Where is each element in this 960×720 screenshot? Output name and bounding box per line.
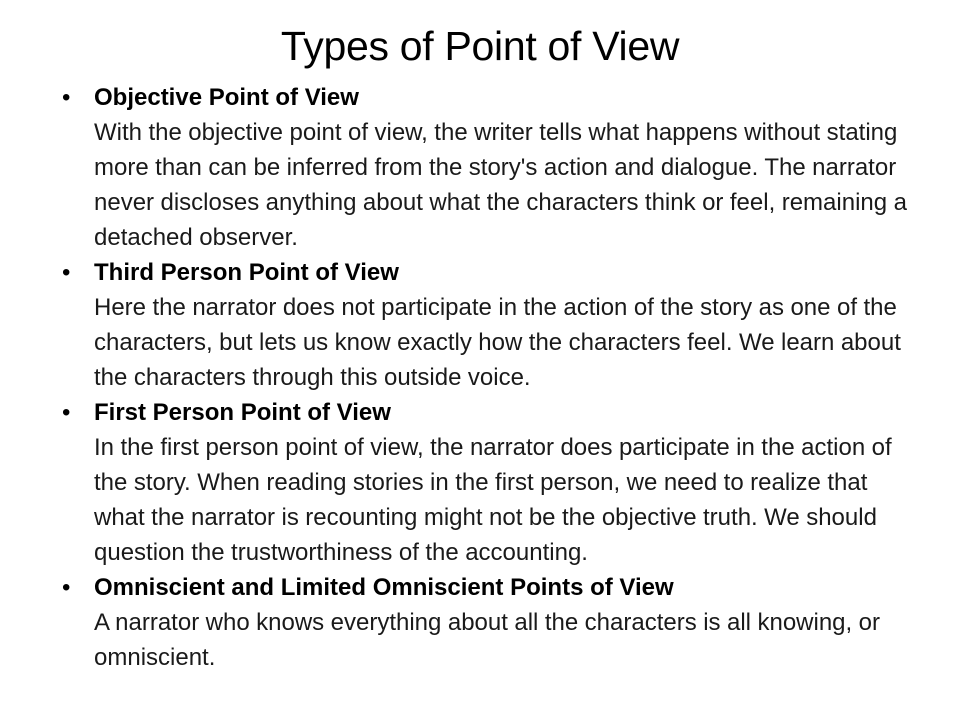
bullet-point-icon: • xyxy=(62,399,71,426)
bullet-body-text: In the first person point of view, the n… xyxy=(94,434,892,566)
bullet-body-text: With the objective point of view, the wr… xyxy=(94,119,907,251)
page-title: Types of Point of View xyxy=(280,23,680,69)
list-item: • Objective Point of View With the objec… xyxy=(56,80,916,255)
presentation-slide: Types of Point of View • Objective Point… xyxy=(0,0,960,720)
bullet-heading: First Person Point of View xyxy=(94,399,391,426)
bullet-heading: Third Person Point of View xyxy=(94,259,399,286)
bullet-point-icon: • xyxy=(62,84,71,111)
bullet-point-icon: • xyxy=(62,574,71,601)
bullet-heading: Omniscient and Limited Omniscient Points… xyxy=(94,574,674,601)
bullet-body-text: A narrator who knows everything about al… xyxy=(94,609,881,671)
list-item: • Omniscient and Limited Omniscient Poin… xyxy=(56,570,916,675)
list-item: • Third Person Point of View Here the na… xyxy=(56,255,916,395)
bullet-body-text: Here the narrator does not participate i… xyxy=(94,294,901,391)
slide-body-content: • Objective Point of View With the objec… xyxy=(56,80,916,675)
list-item: • First Person Point of View In the firs… xyxy=(56,395,916,570)
bullet-heading: Objective Point of View xyxy=(94,84,359,111)
bullet-point-icon: • xyxy=(62,259,71,286)
